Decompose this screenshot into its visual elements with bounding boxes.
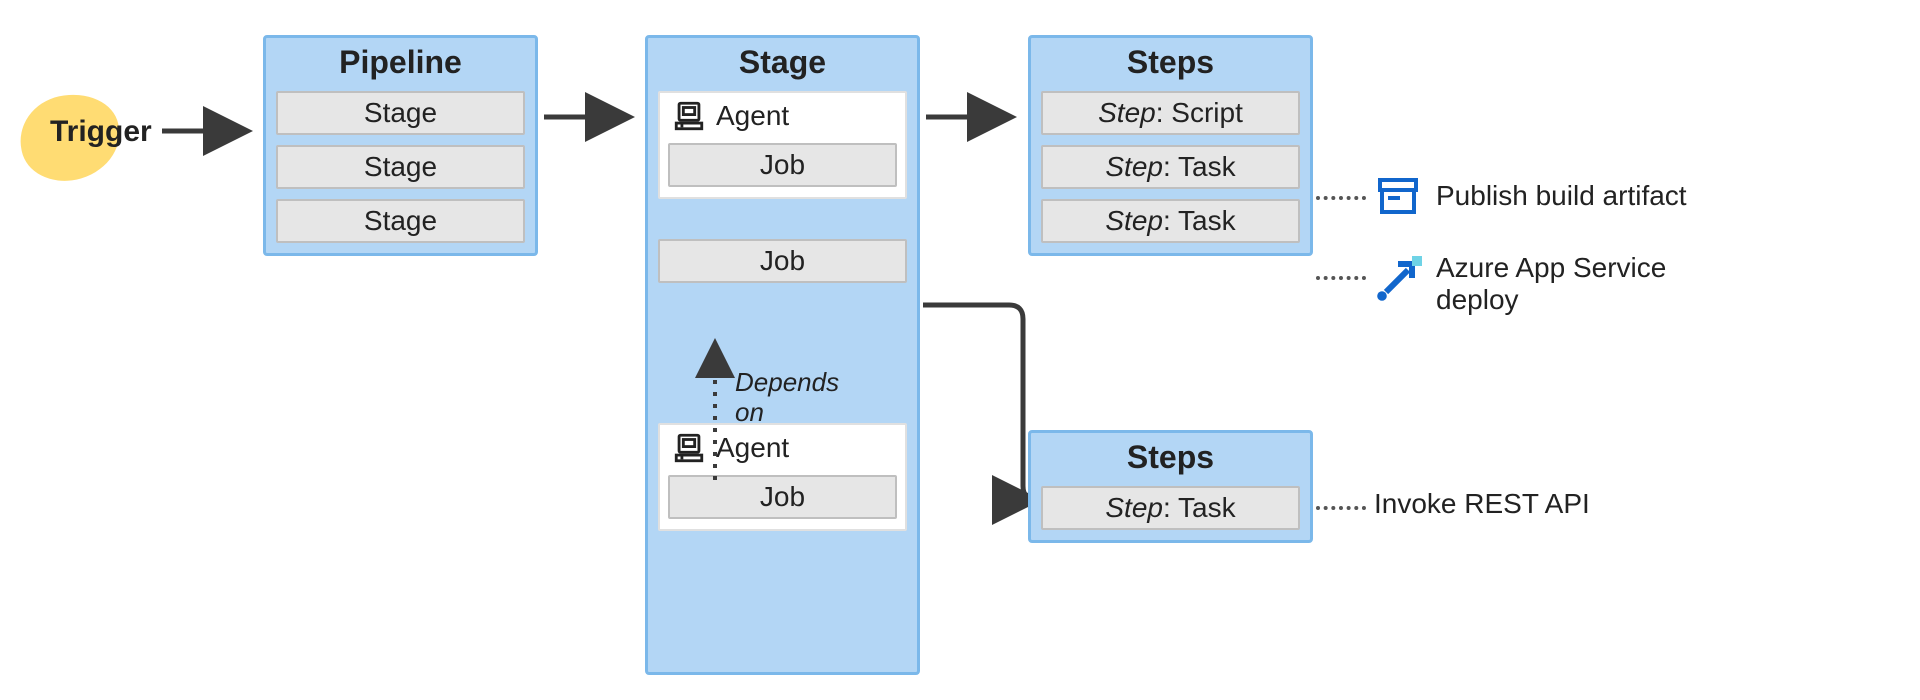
depends-on-label: Depends on xyxy=(735,368,839,428)
annot-publish: Publish build artifact xyxy=(1374,172,1687,220)
pipeline-stage-item: Stage xyxy=(276,199,525,243)
step-prefix: Step xyxy=(1105,492,1163,523)
dotted-connector xyxy=(1316,196,1366,200)
step-value: Task xyxy=(1178,205,1236,236)
arrow-stage-to-steps1 xyxy=(924,104,1034,130)
stage-mid-job: Job xyxy=(658,239,907,283)
annot-azure-deploy: Azure App Service deploy xyxy=(1374,252,1666,316)
arrow-pipeline-to-stage xyxy=(542,104,652,130)
steps1-panel: Steps Step: Script Step: Task Step: Task xyxy=(1028,35,1313,256)
diagram-canvas: Trigger Pipeline Stage Stage Stage Stage xyxy=(0,0,1920,700)
deploy-arrow-icon xyxy=(1374,252,1422,304)
agent1-job: Job xyxy=(668,143,897,187)
step-item: Step: Script xyxy=(1041,91,1300,135)
trigger-label: Trigger xyxy=(50,115,152,149)
annot-text: Azure App Service deploy xyxy=(1436,252,1666,316)
dotted-connector xyxy=(1316,276,1366,280)
pipeline-stage-item: Stage xyxy=(276,145,525,189)
annot-text: Publish build artifact xyxy=(1436,180,1687,212)
agent-icon xyxy=(672,99,706,133)
step-item: Step: Task xyxy=(1041,199,1300,243)
agent-group-1: Agent Job xyxy=(658,91,907,199)
step-item: Step: Task xyxy=(1041,486,1300,530)
pipeline-panel: Pipeline Stage Stage Stage xyxy=(263,35,538,256)
steps1-title: Steps xyxy=(1031,44,1310,81)
step-prefix: Step xyxy=(1098,97,1156,128)
stage-panel: Stage Agent Job Job xyxy=(645,35,920,675)
step-prefix: Step xyxy=(1105,151,1163,182)
arrow-trigger-to-pipeline xyxy=(160,118,270,144)
agent-label: Agent xyxy=(716,100,789,132)
agent-group-2: Agent Job xyxy=(658,423,907,531)
annot-invoke-rest: Invoke REST API xyxy=(1374,488,1590,520)
dotted-connector xyxy=(1316,506,1366,510)
pipeline-stage-item: Stage xyxy=(276,91,525,135)
steps2-title: Steps xyxy=(1031,439,1310,476)
step-item: Step: Task xyxy=(1041,145,1300,189)
step-value: Task xyxy=(1178,492,1236,523)
annot-text: Invoke REST API xyxy=(1374,488,1590,520)
step-value: Task xyxy=(1178,151,1236,182)
depends-on-arrow xyxy=(700,330,730,490)
step-prefix: Step xyxy=(1105,205,1163,236)
pipeline-title: Pipeline xyxy=(266,44,535,81)
stage-title: Stage xyxy=(648,44,917,81)
step-value: Script xyxy=(1171,97,1243,128)
package-icon xyxy=(1374,172,1422,220)
agent-row: Agent xyxy=(668,99,897,137)
steps2-panel: Steps Step: Task xyxy=(1028,430,1313,543)
